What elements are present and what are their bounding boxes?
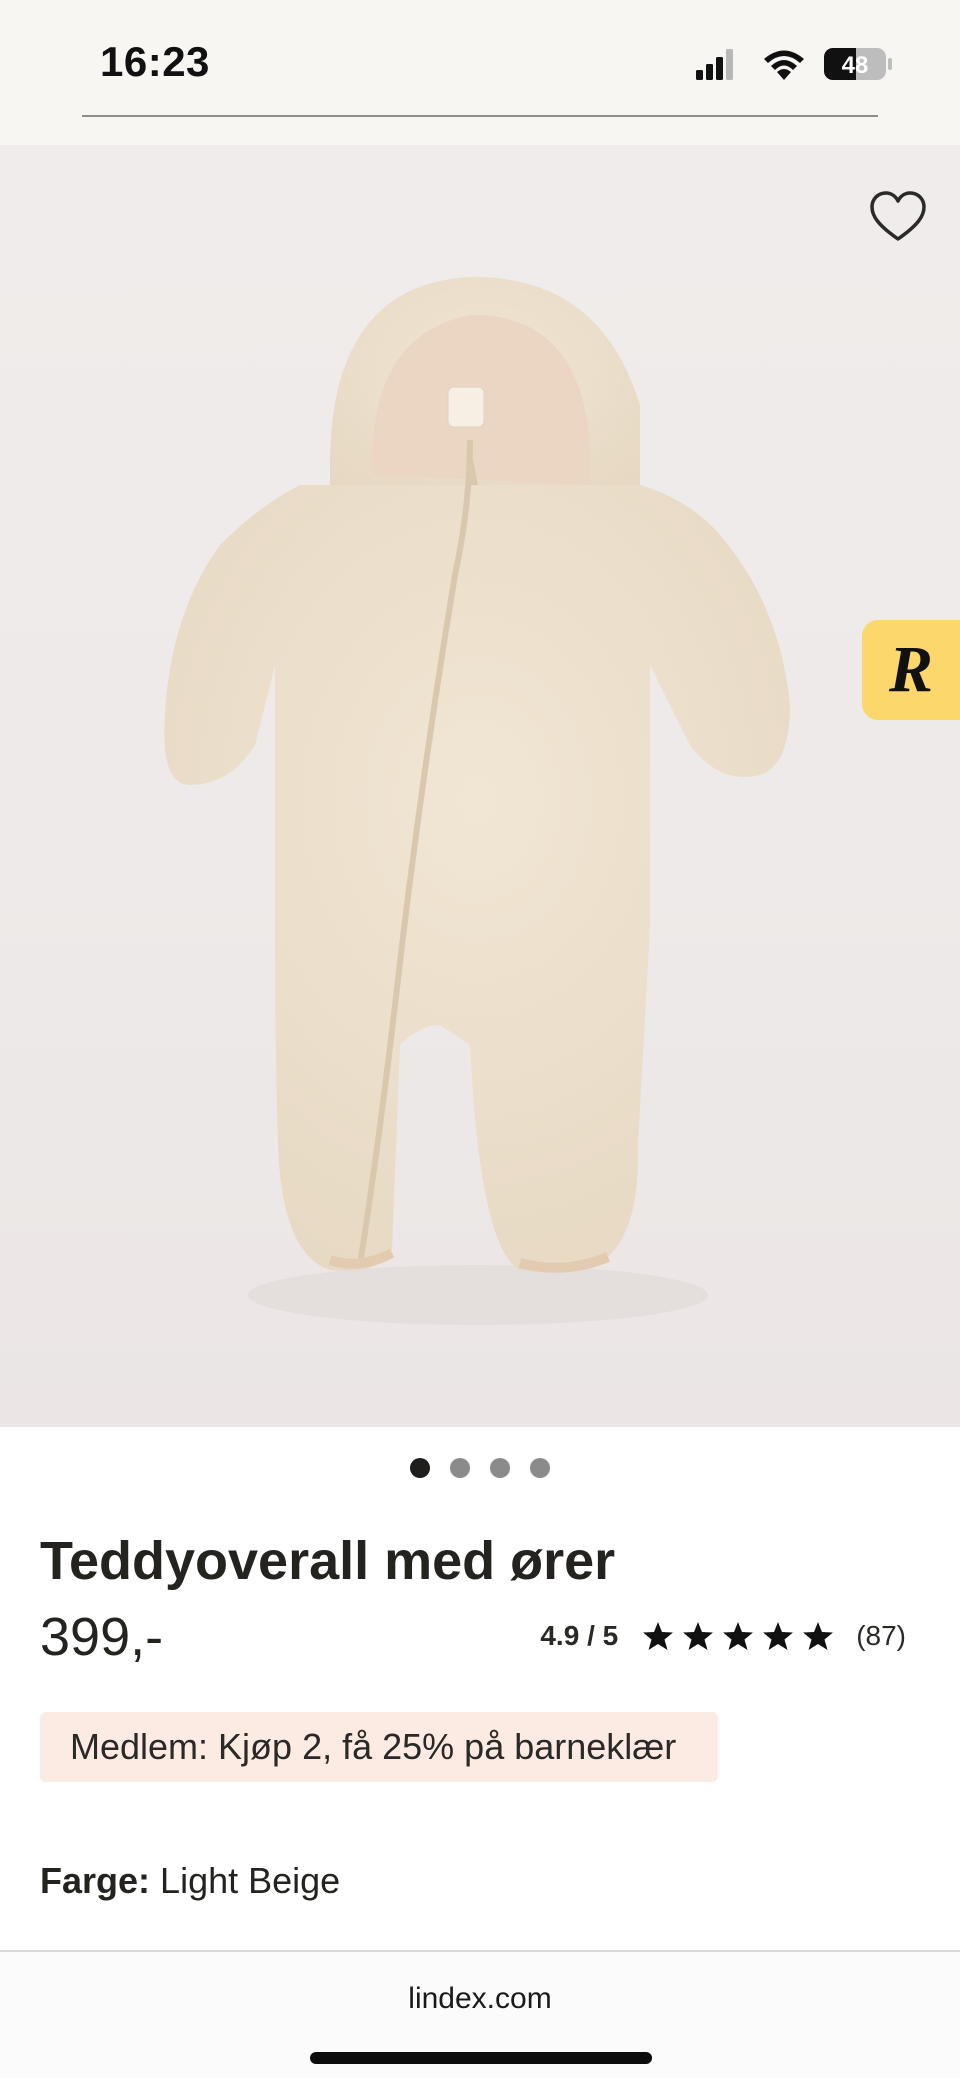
battery-level: 48 [842, 52, 869, 79]
r-badge-button[interactable]: R [862, 620, 960, 720]
star-icon [763, 1622, 794, 1650]
status-bar: 16:23 48 [0, 0, 960, 145]
star-icon [723, 1622, 754, 1650]
rating[interactable]: 4.9 / 5 (87) [540, 1614, 906, 1658]
status-icons: 48 [696, 48, 892, 80]
product-photo [164, 276, 791, 1325]
product-price: 399,- [40, 1607, 164, 1667]
status-divider [82, 115, 878, 117]
wifi-icon [764, 50, 804, 80]
star-icon [643, 1622, 674, 1650]
color-row: Farge: Light Beige [40, 1860, 340, 1902]
url-field[interactable]: lindex.com [0, 1982, 960, 2016]
favorite-heart-icon[interactable] [868, 189, 928, 245]
carousel-dot-4[interactable] [530, 1458, 550, 1478]
signal-icon [696, 49, 733, 80]
rating-score: 4.9 / 5 [540, 1620, 619, 1651]
browser-bar: lindex.com [0, 1950, 960, 2078]
promo-text: Medlem: Kjøp 2, få 25% på barneklær [70, 1726, 677, 1767]
battery-icon: 48 [824, 48, 892, 80]
home-indicator[interactable] [310, 2052, 652, 2064]
color-value: Light Beige [160, 1860, 341, 1901]
star-icon [683, 1622, 714, 1650]
product-image[interactable]: R [0, 145, 960, 1427]
carousel-dots [0, 1458, 960, 1478]
product-title: Teddyoverall med ører [40, 1531, 616, 1591]
carousel-dot-3[interactable] [490, 1458, 510, 1478]
carousel-dot-2[interactable] [450, 1458, 470, 1478]
promo-badge: Medlem: Kjøp 2, få 25% på barneklær [40, 1712, 718, 1782]
status-time: 16:23 [100, 38, 210, 85]
carousel-dot-1[interactable] [410, 1458, 430, 1478]
rating-stars [642, 1620, 834, 1652]
color-label: Farge: [40, 1860, 151, 1901]
rating-count: (87) [856, 1620, 906, 1651]
star-icon [803, 1622, 834, 1650]
